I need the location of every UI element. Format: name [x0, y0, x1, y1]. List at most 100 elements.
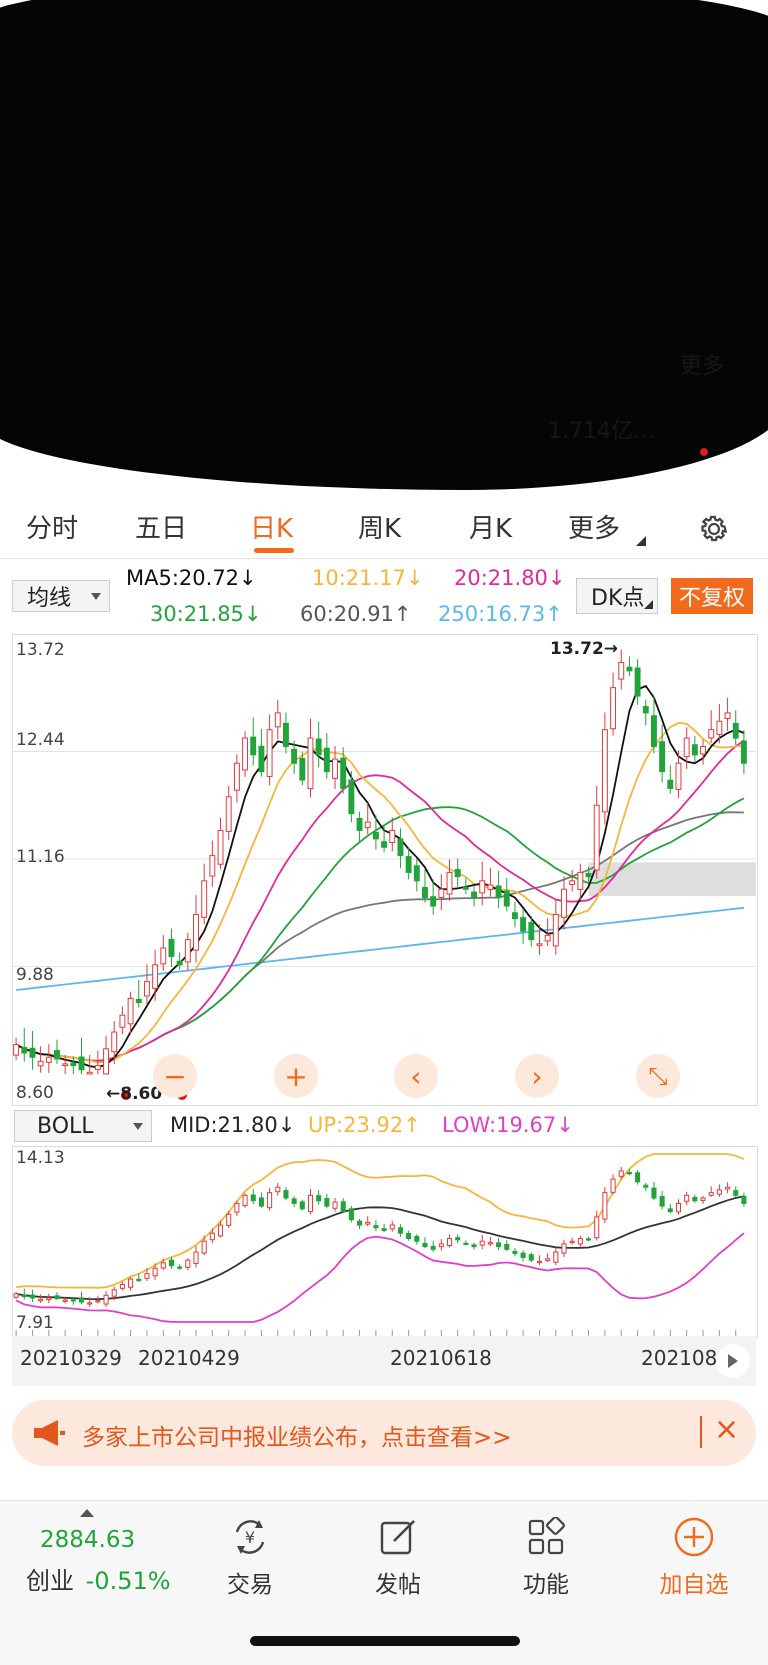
boll-up: UP:23.92↑	[308, 1113, 421, 1137]
zoom-in-icon: +	[284, 1059, 308, 1093]
boll-candle-body	[258, 1197, 264, 1207]
corner-caret-icon	[644, 600, 653, 609]
boll-mid-line	[15, 1195, 745, 1301]
boll-candle-body	[283, 1190, 289, 1199]
nav-post[interactable]: 发帖	[348, 1515, 448, 1599]
zoom-out-button[interactable]: −	[153, 1054, 197, 1098]
candle-body	[381, 841, 388, 848]
expand-up-icon[interactable]	[80, 1509, 94, 1517]
boll-candle-body	[62, 1299, 68, 1302]
boll-candle-body	[610, 1178, 616, 1193]
y-tick-label: 13.72	[16, 640, 65, 660]
pan-right-button[interactable]: ›	[515, 1054, 559, 1098]
candle-body	[634, 667, 641, 697]
boll-candle-body	[365, 1221, 371, 1225]
redacted-fragment: 1.714亿…	[548, 419, 655, 444]
boll-candle-body	[46, 1297, 52, 1301]
candle-body	[601, 729, 608, 813]
boll-candle-body	[626, 1172, 632, 1175]
boll-candle-body	[733, 1190, 739, 1196]
legend-ma60: 60:20.91↑	[300, 602, 412, 626]
boll-candle-body	[512, 1250, 518, 1254]
candle-body	[503, 890, 510, 907]
candle-body	[283, 722, 289, 747]
candle-body	[299, 757, 306, 781]
nav-add-watchlist[interactable]: 加自选	[644, 1515, 744, 1599]
boll-candle-body	[446, 1238, 453, 1246]
nav-trade-label: 交易	[227, 1572, 273, 1598]
banner-close-button[interactable]: ×	[714, 1412, 739, 1447]
boll-candle-body	[667, 1208, 673, 1213]
tab-month-k[interactable]: 月K	[469, 508, 512, 545]
max-price-marker: 13.72→	[550, 639, 619, 659]
nav-post-label: 发帖	[375, 1572, 421, 1598]
boll-candle-body	[684, 1194, 690, 1202]
candle-body	[405, 856, 412, 873]
fuquan-button[interactable]: 不复权	[671, 578, 753, 614]
boll-candle-body	[193, 1251, 199, 1265]
tab-week-k[interactable]: 周K	[358, 508, 401, 545]
boll-candle-body	[700, 1197, 706, 1201]
boll-candle-body	[496, 1242, 502, 1248]
boll-candle-body	[471, 1244, 477, 1248]
boll-mid: MID:21.80↓	[170, 1113, 296, 1137]
announcement-banner[interactable]: 多家上市公司中报业绩公布，点击查看>> ×	[12, 1400, 756, 1466]
candle-body	[86, 1071, 93, 1075]
boll-chart[interactable]	[12, 1146, 756, 1336]
candle-body	[225, 796, 232, 832]
zoom-in-button[interactable]: +	[274, 1054, 318, 1098]
candle-body	[413, 865, 420, 882]
boll-candle-body	[152, 1267, 158, 1277]
boll-candle-body	[275, 1186, 281, 1193]
candle-body	[520, 917, 527, 932]
boll-candle-body	[659, 1195, 665, 1207]
tab-more[interactable]: 更多	[568, 508, 620, 545]
candle-body	[454, 869, 461, 878]
tab-fenshi[interactable]: 分时	[26, 508, 78, 545]
boll-candle-body	[136, 1278, 142, 1282]
boll-candle-body	[455, 1237, 461, 1241]
boll-candle-body	[430, 1245, 436, 1250]
boll-candle-body	[13, 1293, 19, 1298]
home-indicator	[250, 1636, 520, 1646]
kline-chart[interactable]	[12, 634, 756, 1104]
boll-low-line	[15, 1232, 745, 1323]
dk-point-button[interactable]: DK点	[576, 578, 658, 614]
nav-trade[interactable]: ¥ 交易	[200, 1515, 300, 1599]
candle-body	[21, 1046, 28, 1054]
tab-day-k[interactable]: 日K	[250, 508, 293, 545]
candle-body	[716, 720, 723, 735]
boll-candle-body	[217, 1224, 224, 1237]
nav-functions[interactable]: 功能	[496, 1515, 596, 1599]
pan-left-button[interactable]: ‹	[394, 1054, 438, 1098]
candle-body	[315, 738, 322, 756]
boll-candle-body	[160, 1262, 166, 1269]
boll-y-bottom: 7.91	[16, 1313, 54, 1333]
boll-candle-body	[741, 1195, 747, 1204]
candle-body	[242, 737, 249, 771]
candle-body	[274, 712, 281, 728]
candle-body	[168, 938, 175, 957]
scroll-right-button[interactable]	[716, 1344, 750, 1378]
gear-icon[interactable]	[697, 512, 731, 546]
candle-body	[62, 1063, 69, 1067]
boll-candle-body	[692, 1196, 698, 1202]
y-tick-label: 11.16	[16, 847, 65, 867]
candle-body	[233, 762, 240, 791]
boll-candle-body	[716, 1189, 722, 1195]
boll-selector[interactable]: BOLL	[14, 1110, 152, 1142]
candle-body	[103, 1048, 109, 1075]
ma-selector[interactable]: 均线	[12, 580, 110, 612]
candle-body	[610, 687, 617, 730]
index-summary[interactable]: 创业 -0.51%	[26, 1561, 171, 1596]
date-tick: 20210618	[390, 1346, 492, 1370]
fullscreen-button[interactable]: ⤡	[636, 1054, 680, 1098]
grid-icon	[528, 1517, 565, 1555]
boll-candle-body	[348, 1208, 354, 1221]
candle-body	[740, 740, 747, 764]
y-tick-label: 12.44	[16, 730, 65, 750]
zoom-out-icon: −	[163, 1059, 187, 1093]
candle-body	[143, 981, 150, 997]
tab-wuri[interactable]: 五日	[135, 508, 187, 545]
legend-ma5: MA5:20.72↓	[126, 566, 257, 590]
